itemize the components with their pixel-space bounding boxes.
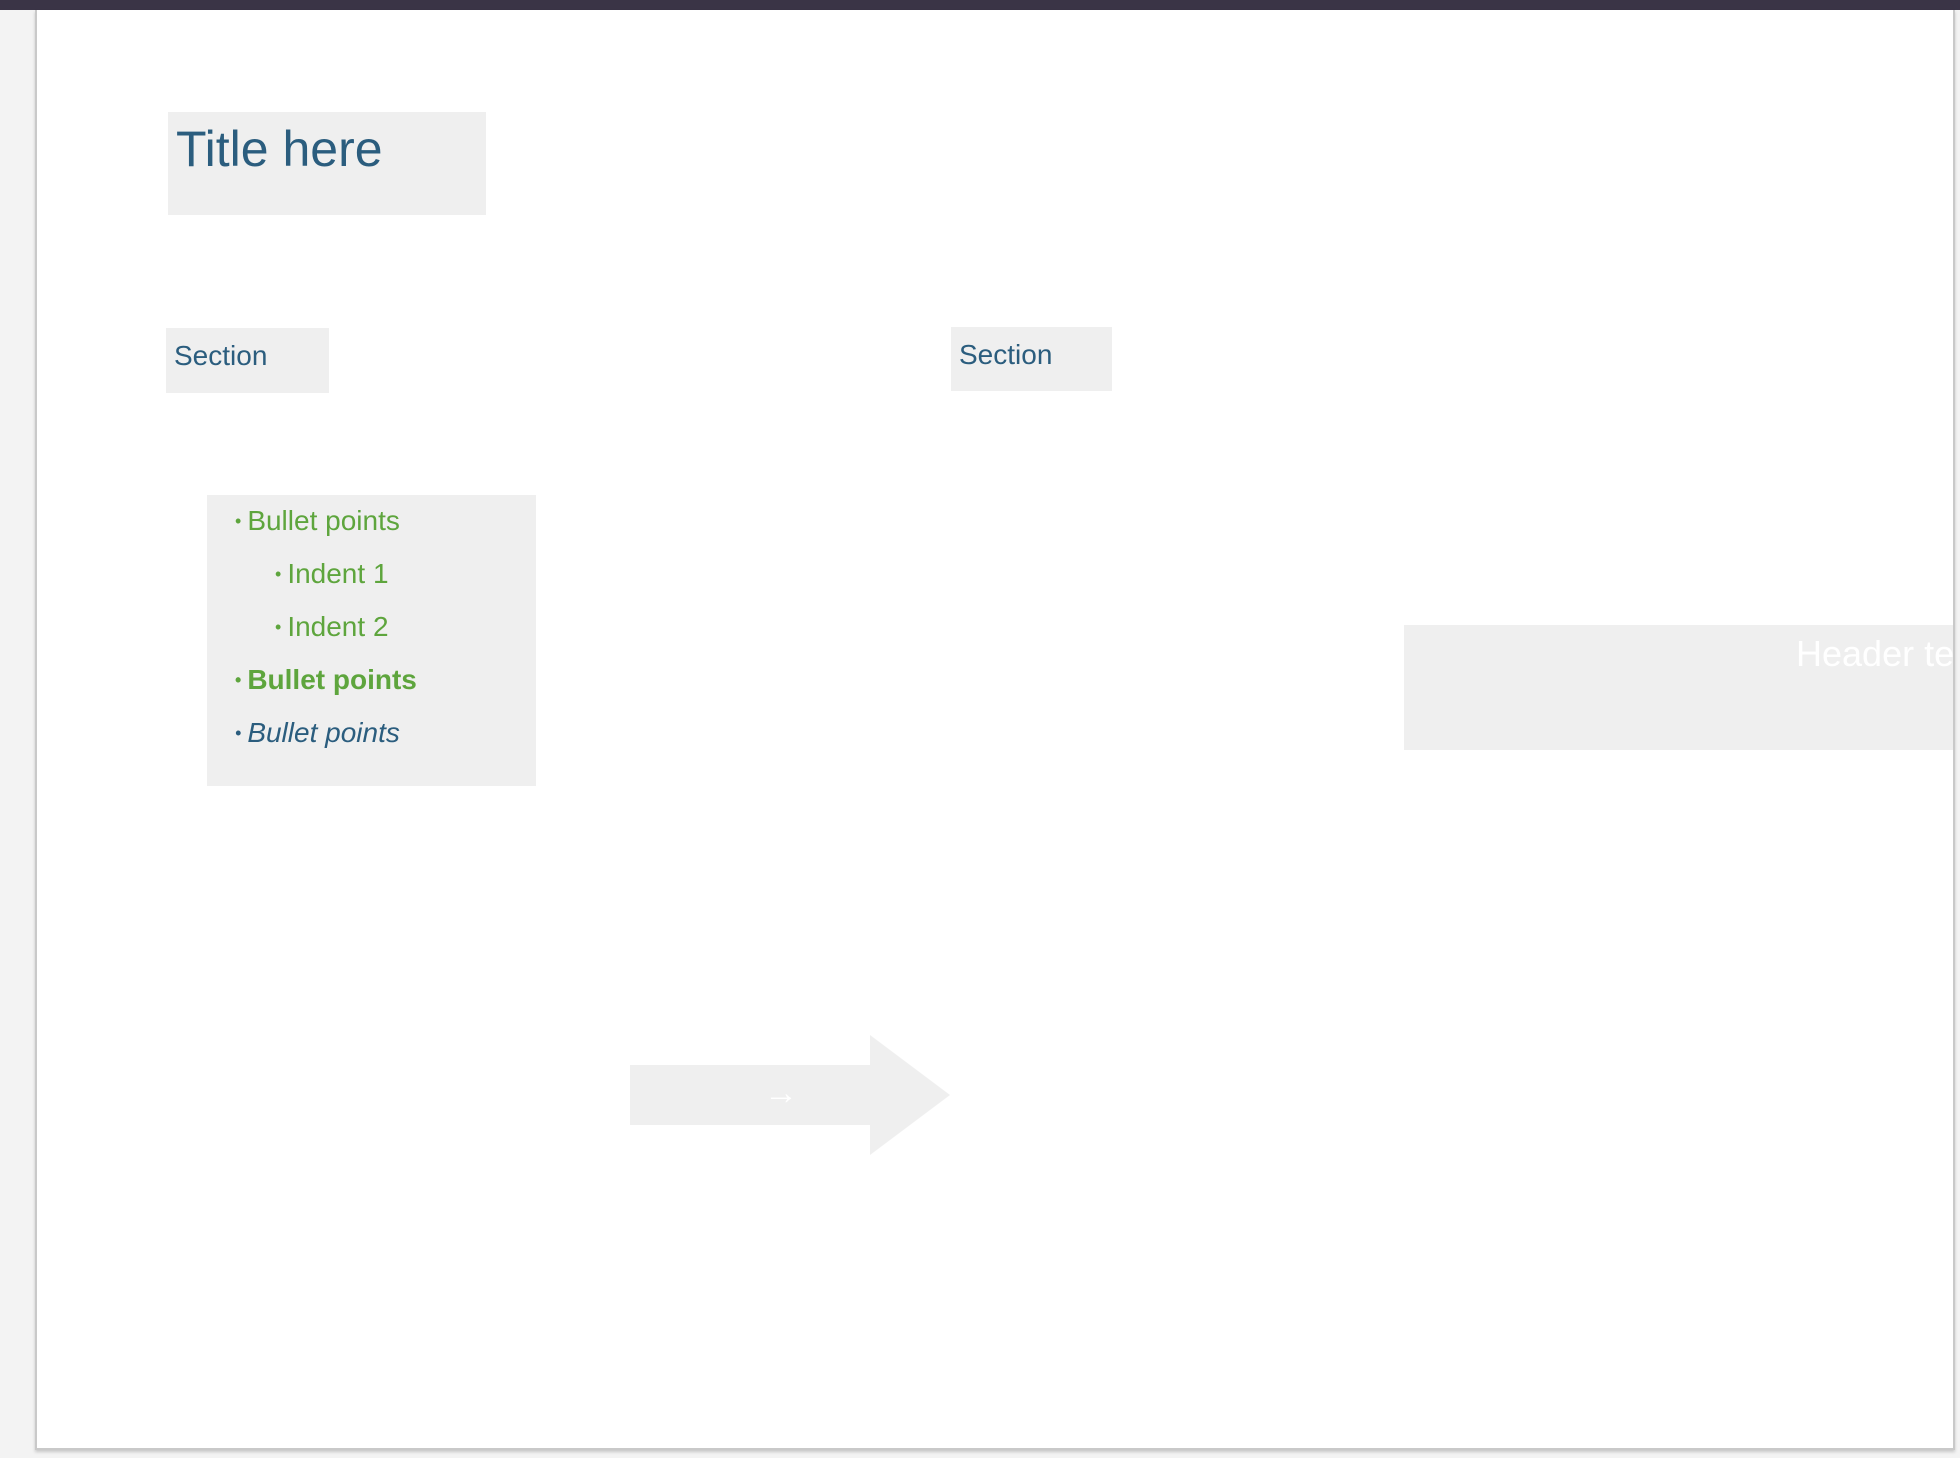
bullet-text: Bullet points: [247, 664, 417, 695]
bullet-item-bold: • Bullet points: [235, 664, 417, 696]
editor-top-bar: [0, 0, 1960, 10]
slide-title: Title here: [176, 121, 383, 177]
bullet-dot-icon: •: [235, 511, 242, 531]
bullet-item-indent: • Indent 1: [275, 558, 389, 590]
bullet-dot-icon: •: [275, 564, 282, 584]
bullet-list-placeholder[interactable]: • Bullet points • Indent 1 • Indent 2 • Bull…: [207, 495, 536, 786]
section-placeholder-right[interactable]: Section: [951, 327, 1112, 391]
bullet-item-indent: • Indent 2: [275, 611, 389, 643]
bullet-dot-icon: •: [235, 723, 242, 743]
section-placeholder-left[interactable]: Section: [166, 328, 329, 393]
bullet-text: Bullet points: [247, 505, 400, 536]
title-placeholder[interactable]: Title here: [168, 112, 486, 215]
slide-canvas[interactable]: Title here Section Section • Bullet point…: [35, 10, 1955, 1450]
bullet-item: • Bullet points: [235, 505, 400, 537]
section-label-right: Section: [959, 339, 1053, 370]
header-text-placeholder[interactable]: Header te: [1404, 625, 1953, 750]
arrow-right-icon: →: [764, 1074, 798, 1112]
bullet-text: Indent 1: [287, 558, 389, 589]
section-label-left: Section: [174, 340, 268, 371]
bullet-text: Bullet points: [247, 717, 400, 748]
bullet-dot-icon: •: [275, 617, 282, 637]
bullet-item-italic: • Bullet points: [235, 717, 400, 749]
header-text: Header te: [1796, 633, 1953, 674]
bullet-text: Indent 2: [287, 611, 389, 642]
bullet-dot-icon: •: [235, 670, 242, 690]
